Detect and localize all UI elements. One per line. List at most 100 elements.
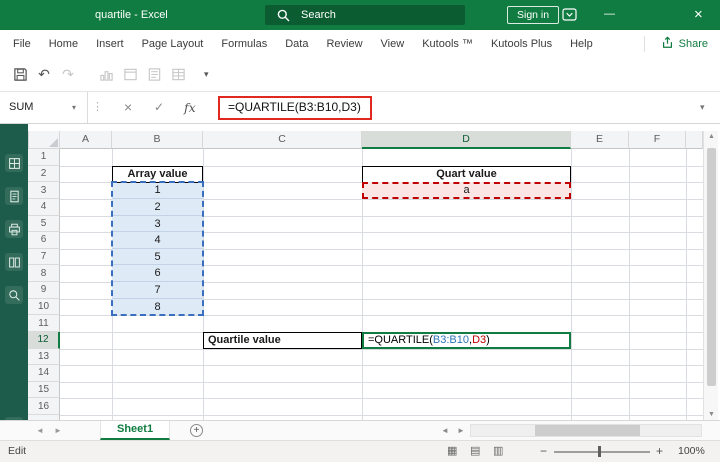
- rail-document-icon[interactable]: [5, 187, 23, 205]
- row-header-5[interactable]: 5: [28, 216, 60, 233]
- ribbon-tab-bar: FileHomeInsertPage LayoutFormulasDataRev…: [0, 30, 720, 58]
- chevron-down-icon[interactable]: ▾: [72, 92, 76, 123]
- row-header-15[interactable]: 15: [28, 382, 60, 399]
- cell-b5[interactable]: 3: [112, 216, 203, 233]
- column-header-a[interactable]: A: [60, 131, 112, 149]
- zoom-slider-thumb[interactable]: [598, 446, 601, 457]
- row-header-7[interactable]: 7: [28, 249, 60, 266]
- row-header-10[interactable]: 10: [28, 299, 60, 316]
- vertical-scrollbar-thumb[interactable]: [707, 148, 716, 386]
- save-icon[interactable]: [8, 67, 32, 82]
- scroll-down-icon[interactable]: ▼: [704, 411, 719, 418]
- row-header-11[interactable]: 11: [28, 315, 60, 332]
- cell-b7[interactable]: 5: [112, 249, 203, 266]
- vertical-scrollbar[interactable]: ▲ ▼: [703, 131, 718, 420]
- menu-tab-home[interactable]: Home: [40, 30, 87, 58]
- row-header-1[interactable]: 1: [28, 149, 60, 166]
- name-box[interactable]: SUM ▾: [0, 92, 88, 123]
- column-header-f[interactable]: F: [629, 131, 686, 149]
- column-header-b[interactable]: B: [112, 131, 203, 149]
- horizontal-scrollbar[interactable]: [470, 424, 702, 437]
- array-range-b3-b10[interactable]: 12345678: [112, 182, 203, 315]
- row-header-2[interactable]: 2: [28, 166, 60, 183]
- search-icon: [265, 9, 301, 22]
- cell-b3[interactable]: 1: [112, 182, 203, 199]
- cell-b2-array-header[interactable]: Array value: [112, 166, 203, 183]
- qat-form-icon[interactable]: [142, 67, 166, 82]
- menu-tab-kutools[interactable]: Kutools ™: [413, 30, 482, 58]
- customize-toolbar-icon[interactable]: ▾: [204, 69, 209, 80]
- cell-d2-quart-header[interactable]: Quart value: [362, 166, 571, 183]
- redo-icon[interactable]: ↷: [56, 66, 80, 83]
- gridline: [60, 382, 703, 383]
- scroll-up-icon[interactable]: ▲: [704, 133, 719, 140]
- ribbon-options-icon[interactable]: [562, 8, 577, 24]
- zoom-out-icon[interactable]: −: [540, 441, 547, 462]
- row-header-13[interactable]: 13: [28, 349, 60, 366]
- zoom-percentage[interactable]: 100%: [678, 441, 705, 462]
- select-all-corner[interactable]: [28, 131, 60, 149]
- formula-bar-expand-icon[interactable]: ▾: [700, 92, 705, 123]
- cell-b4[interactable]: 2: [112, 199, 203, 216]
- formula-part: D3: [472, 334, 486, 346]
- row-header-16[interactable]: 16: [28, 398, 60, 415]
- cell-b6[interactable]: 4: [112, 232, 203, 249]
- formula-part: B3:B10: [433, 334, 469, 346]
- cancel-icon[interactable]: ×: [124, 92, 132, 123]
- rail-grid-icon[interactable]: [5, 154, 23, 172]
- horizontal-scrollbar-thumb[interactable]: [535, 425, 640, 436]
- zoom-slider[interactable]: [554, 451, 650, 453]
- menu-tab-review[interactable]: Review: [317, 30, 371, 58]
- column-header-e[interactable]: E: [571, 131, 629, 149]
- row-header-4[interactable]: 4: [28, 199, 60, 216]
- cell-b9[interactable]: 7: [112, 282, 203, 299]
- cell-b8[interactable]: 6: [112, 265, 203, 282]
- menu-tab-page-layout[interactable]: Page Layout: [133, 30, 213, 58]
- close-icon[interactable]: ×: [694, 0, 703, 29]
- rail-columns-icon[interactable]: [5, 253, 23, 271]
- qat-window-icon[interactable]: [118, 67, 142, 82]
- row-header-14[interactable]: 14: [28, 365, 60, 382]
- qat-chart-icon[interactable]: [94, 67, 118, 82]
- menu-tab-data[interactable]: Data: [276, 30, 317, 58]
- hscroll-left-icon[interactable]: ◄: [441, 421, 449, 440]
- enter-icon[interactable]: ✓: [154, 92, 164, 123]
- rail-printer-icon[interactable]: [5, 220, 23, 238]
- row-header-6[interactable]: 6: [28, 232, 60, 249]
- hscroll-right-icon[interactable]: ►: [457, 421, 465, 440]
- menu-tab-formulas[interactable]: Formulas: [212, 30, 276, 58]
- cell-d12-formula-edit[interactable]: =QUARTILE(B3:B10,D3): [362, 332, 571, 349]
- sheet-nav-right-icon[interactable]: ►: [54, 421, 62, 440]
- menu-tab-insert[interactable]: Insert: [87, 30, 133, 58]
- sheet-tab-sheet1[interactable]: Sheet1: [100, 421, 170, 440]
- normal-view-icon[interactable]: ▦: [447, 441, 457, 462]
- minimize-icon[interactable]: —: [604, 0, 615, 28]
- menu-tab-help[interactable]: Help: [561, 30, 602, 58]
- add-sheet-button[interactable]: +: [190, 424, 203, 437]
- row-header-8[interactable]: 8: [28, 265, 60, 282]
- search-label: Search: [301, 9, 336, 21]
- sheet-nav-left-icon[interactable]: ◄: [36, 421, 44, 440]
- search-box[interactable]: Search: [265, 5, 465, 25]
- share-button[interactable]: Share: [661, 30, 708, 58]
- menu-tab-kutools-plus[interactable]: Kutools Plus: [482, 30, 561, 58]
- sign-in-button[interactable]: Sign in: [507, 6, 559, 24]
- qat-table-icon[interactable]: [166, 67, 190, 82]
- cell-d3-quart-value[interactable]: a: [362, 182, 571, 199]
- row-header-3[interactable]: 3: [28, 182, 60, 199]
- row-header-12[interactable]: 12: [28, 332, 60, 349]
- page-layout-view-icon[interactable]: ▤: [470, 441, 480, 462]
- cell-c12-quartile-label[interactable]: Quartile value: [203, 332, 362, 349]
- formula-bar-input[interactable]: =QUARTILE(B3:B10,D3): [228, 92, 361, 123]
- undo-icon[interactable]: ↶: [32, 66, 56, 83]
- rail-find-icon[interactable]: [5, 286, 23, 304]
- row-header-9[interactable]: 9: [28, 282, 60, 299]
- menu-tab-view[interactable]: View: [372, 30, 414, 58]
- page-break-view-icon[interactable]: ▥: [493, 441, 503, 462]
- insert-function-icon[interactable]: fx: [184, 92, 196, 123]
- zoom-in-icon[interactable]: +: [656, 441, 663, 462]
- cell-b10[interactable]: 8: [112, 299, 203, 316]
- column-header-c[interactable]: C: [203, 131, 362, 149]
- column-header-d[interactable]: D: [362, 131, 571, 149]
- menu-tab-file[interactable]: File: [4, 30, 40, 58]
